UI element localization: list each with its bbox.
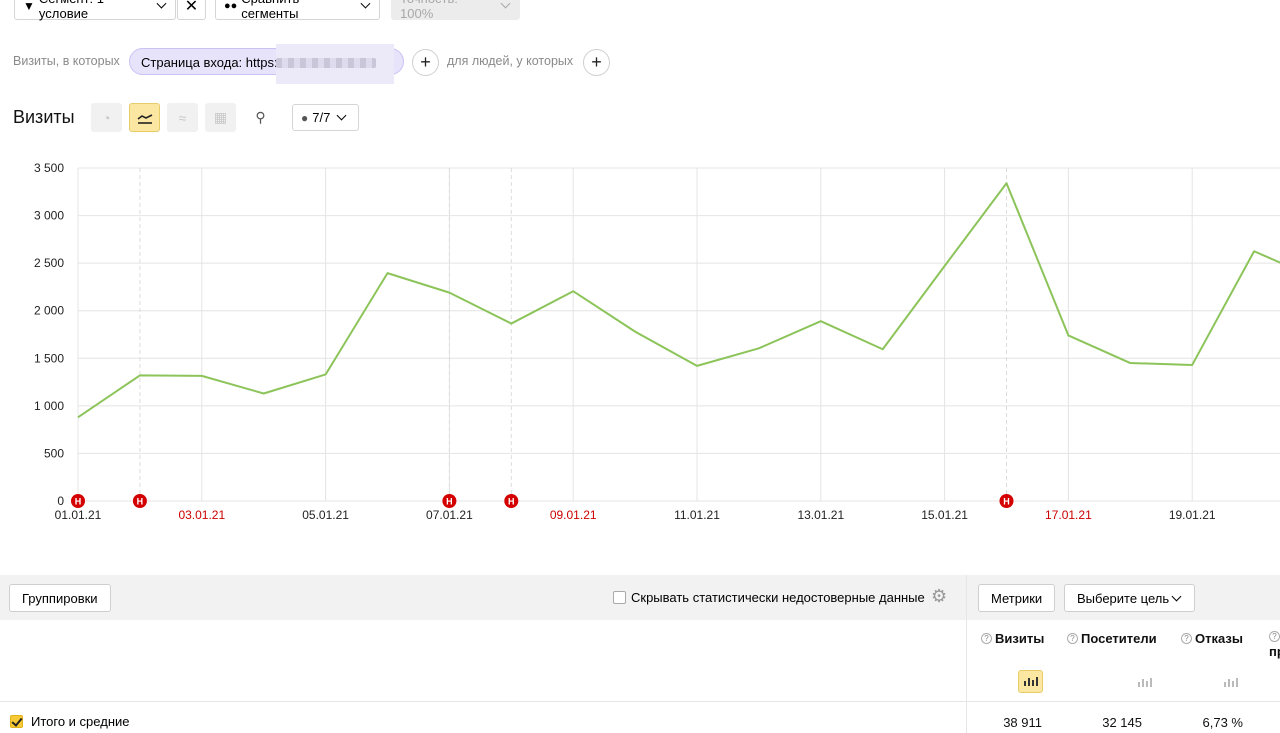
- x-tick-label: 17.01.21: [1045, 508, 1092, 522]
- x-tick-label: 03.01.21: [178, 508, 225, 522]
- chevron-down-icon: [1171, 591, 1182, 601]
- total-bounces: 6,73 %: [1202, 715, 1243, 730]
- hide-unreliable-option[interactable]: Скрывать статистически недостоверные дан…: [613, 590, 925, 605]
- annotation-marker-label: Н: [75, 497, 82, 507]
- add-visit-condition-button[interactable]: +: [412, 49, 439, 76]
- redacted-url: [276, 44, 394, 84]
- column-bounces-label: Отказы: [1195, 631, 1243, 646]
- y-tick-label: 500: [44, 446, 64, 460]
- accuracy-label: Точность: 100%: [400, 0, 458, 21]
- table-toolbar: Группировки Скрывать статистически недос…: [0, 575, 1280, 620]
- column-visits-label: Визиты: [995, 631, 1045, 646]
- gear-icon[interactable]: ⚙: [931, 586, 947, 607]
- total-row-label: Итого и средние: [31, 714, 130, 729]
- annotations-dropdown[interactable]: ● 7/7: [292, 104, 359, 131]
- add-people-condition-button[interactable]: +: [583, 49, 610, 76]
- filter-icon: ▼: [23, 0, 35, 13]
- total-visitors: 32 145: [1102, 715, 1142, 730]
- annotation-marker-label: Н: [446, 497, 453, 507]
- chevron-down-icon: [360, 0, 371, 9]
- y-tick-label: 2 500: [34, 256, 64, 270]
- annotations-count: 7/7: [312, 110, 331, 125]
- area-chart-icon: ≈: [178, 109, 187, 126]
- column-bounces[interactable]: ? Отказы: [1181, 631, 1243, 646]
- chart-toggle-bounces[interactable]: [1218, 670, 1243, 693]
- groupings-label: Группировки: [22, 590, 98, 606]
- comment-icon: ●: [301, 110, 309, 125]
- condition-label: Страница входа: https:: [141, 55, 278, 70]
- total-row-toggle[interactable]: Итого и средние: [10, 714, 129, 729]
- segment-dropdown[interactable]: ▼ Сегмент: 1 условие: [14, 0, 176, 21]
- x-tick-label: 13.01.21: [797, 508, 844, 522]
- x-tick-label: 07.01.21: [426, 508, 473, 522]
- help-icon[interactable]: ?: [1067, 633, 1078, 644]
- annotation-marker-label: Н: [508, 497, 515, 507]
- hide-unreliable-label: Скрывать статистически недостоверные дан…: [631, 590, 925, 605]
- column-visits[interactable]: ? Визиты: [981, 631, 1044, 646]
- column-visitors[interactable]: ? Посетители: [1067, 631, 1157, 646]
- x-tick-label: 01.01.21: [55, 508, 102, 522]
- help-icon[interactable]: ?: [981, 633, 992, 644]
- plus-icon: +: [420, 52, 431, 72]
- column-next-label: пр: [1269, 644, 1280, 659]
- map-button[interactable]: ⚲: [245, 103, 276, 132]
- line-chart-button[interactable]: [129, 103, 160, 132]
- y-tick-label: 2 000: [34, 304, 64, 318]
- compare-segments-button[interactable]: ●● Сравнить сегменты: [215, 0, 380, 21]
- x-tick-label: 11.01.21: [674, 508, 720, 522]
- bar-chart-button[interactable]: ▦: [205, 103, 236, 132]
- accuracy-dropdown[interactable]: Точность: 100%: [391, 0, 520, 21]
- y-tick-label: 0: [57, 494, 64, 508]
- column-next[interactable]: ? пр: [1269, 631, 1280, 659]
- close-icon: ✕: [184, 0, 199, 15]
- series-line: [77, 182, 1280, 419]
- x-tick-label: 05.01.21: [302, 508, 349, 522]
- pie-chart-icon: ◔: [102, 109, 111, 126]
- visits-line-chart: 0 500 1 000 1 500 2 000 2 500 3 000 3 500 01.01.…: [34, 161, 1280, 522]
- column-visitors-label: Посетители: [1081, 631, 1157, 646]
- x-tick-label: 19.01.21: [1169, 508, 1216, 522]
- y-tick-label: 3 500: [34, 161, 64, 175]
- people-label: для людей, у которых: [447, 54, 574, 68]
- pie-chart-button[interactable]: ◔: [91, 103, 122, 132]
- metrics-button[interactable]: Метрики: [978, 584, 1056, 612]
- report-title: Визиты: [13, 107, 75, 127]
- map-pin-icon: ⚲: [255, 109, 266, 125]
- segment-dropdown-label: Сегмент: 1 условие: [38, 0, 104, 21]
- y-tick-label: 1 500: [34, 351, 64, 365]
- visits-prefix-label: Визиты, в которых: [13, 54, 120, 68]
- hide-unreliable-checkbox[interactable]: [613, 591, 626, 604]
- y-tick-label: 3 000: [34, 209, 64, 223]
- chevron-down-icon: [156, 0, 167, 9]
- chart-toggle-visitors[interactable]: [1132, 670, 1157, 693]
- help-icon[interactable]: ?: [1269, 631, 1280, 642]
- goal-dropdown[interactable]: Выберите цель: [1064, 584, 1196, 612]
- total-row-checkbox[interactable]: [10, 715, 23, 728]
- help-icon[interactable]: ?: [1181, 633, 1192, 644]
- x-tick-label: 15.01.21: [921, 508, 968, 522]
- x-tick-label: 09.01.21: [550, 508, 597, 522]
- annotation-marker-label: Н: [137, 497, 144, 507]
- y-tick-label: 1 000: [34, 399, 64, 413]
- area-chart-button[interactable]: ≈: [167, 103, 198, 132]
- plus-icon: +: [591, 52, 602, 72]
- compare-segments-label: Сравнить сегменты: [241, 0, 299, 21]
- total-row: [0, 701, 1280, 733]
- metrics-label: Метрики: [991, 590, 1043, 606]
- line-chart-icon: [137, 113, 152, 124]
- chart-toggle-visits[interactable]: [1018, 670, 1043, 693]
- segment-conditions: Визиты, в которых Страница входа: https:…: [0, 44, 1280, 84]
- annotation-marker-label: Н: [1003, 497, 1010, 507]
- clear-segment-button[interactable]: ✕: [177, 0, 206, 20]
- chevron-down-icon: [500, 0, 511, 9]
- compare-icon: ●●: [224, 0, 238, 12]
- total-visits: 38 911: [1003, 715, 1042, 730]
- goal-label: Выберите цель: [1077, 590, 1170, 606]
- bar-chart-icon: ▦: [213, 109, 228, 125]
- groupings-button[interactable]: Группировки: [9, 584, 111, 612]
- chevron-down-icon: [336, 110, 347, 121]
